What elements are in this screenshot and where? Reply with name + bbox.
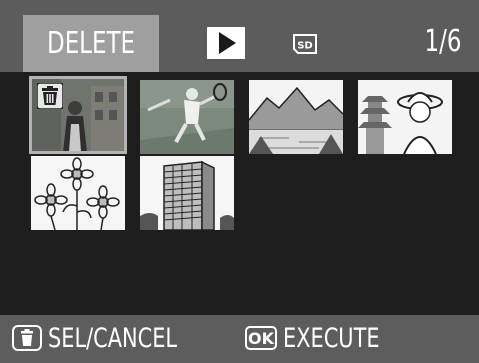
thumbnail-woman-building[interactable] [29,76,127,154]
bottom-bar: SEL/CANCEL OK EXECUTE [0,315,479,363]
sd-card-label: SD [297,41,313,52]
mode-tab-delete[interactable]: DELETE [23,15,159,72]
camera-screen: DELETE SD 1/6 SEL/CANCEL OK EXECUTE [0,0,479,363]
thumbnail-grid [11,72,469,315]
trash-button-icon [12,325,42,351]
execute-label: EXECUTE [283,322,380,354]
sel-cancel-hint: SEL/CANCEL [12,321,198,355]
sel-cancel-label: SEL/CANCEL [48,322,178,354]
image-counter: 1/6 [424,24,461,59]
ok-button-icon: OK [245,326,277,350]
top-bar: DELETE SD 1/6 [0,0,479,72]
mode-label: DELETE [47,26,135,61]
trash-icon [37,83,63,109]
execute-hint: OK EXECUTE [245,321,395,355]
thumbnail-flowers[interactable] [31,156,125,230]
thumbnail-woman-pagoda[interactable] [358,80,452,154]
thumbnail-mountain-lake[interactable] [249,80,343,154]
thumbnail-apartment-building[interactable] [140,156,234,230]
sd-card-icon: SD [291,33,319,55]
thumbnail-tennis-player[interactable] [140,80,234,154]
play-icon [207,27,245,59]
